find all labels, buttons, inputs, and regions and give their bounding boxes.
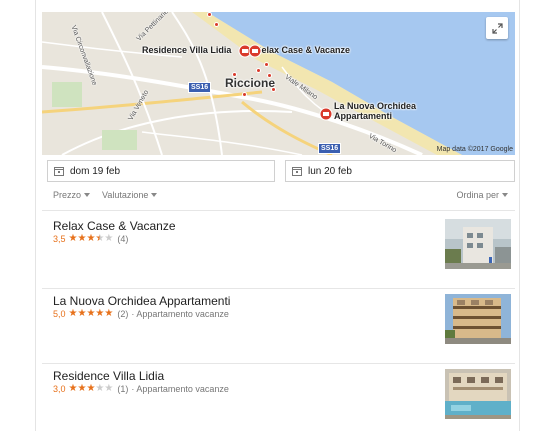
review-count[interactable]: (4) [117,234,128,244]
road-badge: SS16 [188,82,212,93]
star-rating: ★ ★ ★ ★ ★ [69,309,114,319]
hotel-results-card: Via Pettinarie Via Circonvallazione Via … [35,0,520,431]
review-count[interactable]: (1) [117,384,128,394]
hotel-result[interactable]: Relax Case & Vacanze 3,5 ★ ★ ★ ★ ★ (4) [42,212,515,286]
star-icon: ★ [104,383,114,394]
star-icon: ★ [77,308,87,319]
hotel-rating-row: 5,0 ★ ★ ★ ★ ★ (2) · Appartamento vacanze [53,309,229,320]
star-icon: ★ [95,383,105,394]
rating-filter-label: Valutazione [102,190,149,200]
calendar-icon [54,167,64,176]
hotel-name[interactable]: Relax Case & Vacanze [53,219,176,233]
checkin-date-value: dom 19 feb [70,165,121,177]
star-icon: ★ [95,308,105,319]
chevron-down-icon [151,193,158,197]
review-count[interactable]: (2) [117,309,128,319]
map-background [42,12,515,155]
map-dot-icon[interactable] [267,73,272,78]
map[interactable]: Via Pettinarie Via Circonvallazione Via … [42,12,515,155]
star-rating: ★ ★ ★ ★ ★ [69,384,114,394]
map-dot-icon[interactable] [256,68,261,73]
property-type: · Appartamento vacanze [131,309,229,319]
hotel-photo[interactable] [445,294,511,344]
hotel-marker-icon[interactable] [319,107,333,121]
property-type: · Appartamento vacanze [131,384,229,394]
star-rating: ★ ★ ★ ★ ★ [69,234,114,244]
map-dot-icon[interactable] [242,92,247,97]
star-icon: ★ [68,233,78,244]
sort-label: Ordina per [456,190,499,200]
rating-value: 5,0 [53,309,66,319]
hotel-rating-row: 3,5 ★ ★ ★ ★ ★ (4) [53,234,128,245]
star-icon: ★ [86,233,96,244]
star-icon: ★ [86,383,96,394]
star-icon: ★ [68,383,78,394]
star-icon: ★ [68,308,78,319]
chevron-down-icon [502,193,508,197]
hotel-result[interactable]: La Nuova Orchidea Appartamenti 5,0 ★ ★ ★… [42,287,515,361]
map-label-hotel: Residence Villa Lidia [142,45,232,55]
chevron-down-icon [84,193,91,197]
road-badge: SS16 [318,143,342,154]
star-icon: ★ [86,308,96,319]
map-attribution: Map data ©2017 Google [436,146,513,153]
map-dot-icon[interactable] [214,22,219,27]
checkout-date-field[interactable]: lun 20 feb [285,160,515,182]
map-label-hotel: La Nuova Orchidea [334,101,417,111]
star-icon: ★ [77,383,87,394]
expand-map-button[interactable] [486,17,508,39]
map-label-hotel: Relax Case & Vacanze [255,45,351,55]
hotel-marker-icon[interactable] [248,44,262,58]
rating-filter-dropdown[interactable]: Valutazione [102,190,158,200]
hotel-rating-row: 3,0 ★ ★ ★ ★ ★ (1) · Appartamento vacanze [53,384,229,395]
hotel-name[interactable]: Residence Villa Lidia [53,369,164,383]
map-dot-icon[interactable] [207,12,212,17]
star-icon: ★ [104,308,114,319]
star-icon: ★ [104,233,114,244]
hotel-photo[interactable] [445,369,511,419]
checkout-date-value: lun 20 feb [308,165,352,177]
star-icon: ★ [77,233,87,244]
calendar-icon [292,167,302,176]
sort-dropdown[interactable]: Ordina per [456,190,508,200]
price-filter-dropdown[interactable]: Prezzo [53,190,91,200]
checkin-date-field[interactable]: dom 19 feb [47,160,275,182]
map-dot-icon[interactable] [232,72,237,77]
price-filter-label: Prezzo [53,190,82,200]
filter-bar: Prezzo Valutazione Ordina per [53,190,508,204]
map-label-hotel: Appartamenti [334,111,393,121]
hotel-photo[interactable] [445,219,511,269]
star-half-icon: ★ [95,233,105,244]
hotel-result[interactable]: Residence Villa Lidia 3,0 ★ ★ ★ ★ ★ (1) … [42,362,515,431]
map-label-city: Riccione [225,76,276,90]
expand-icon [491,22,503,34]
map-dot-icon[interactable] [271,87,276,92]
map-dot-icon[interactable] [264,62,269,67]
hotel-name[interactable]: La Nuova Orchidea Appartamenti [53,294,230,308]
rating-value: 3,5 [53,234,66,244]
divider [42,210,515,211]
rating-value: 3,0 [53,384,66,394]
